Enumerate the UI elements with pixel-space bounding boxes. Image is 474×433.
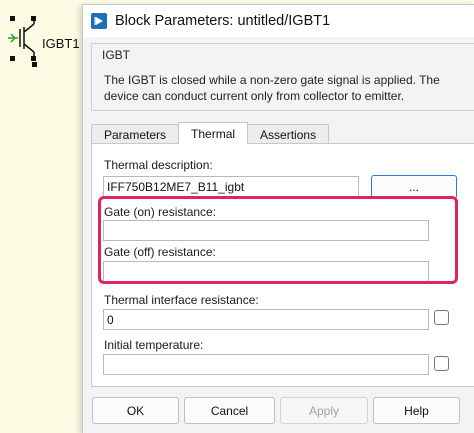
igbt-symbol-icon <box>8 16 37 67</box>
apply-button[interactable]: Apply <box>280 397 368 424</box>
dialog-title: Block Parameters: untitled/IGBT1 <box>115 13 331 29</box>
gate-off-resistance-input[interactable] <box>103 261 429 282</box>
cancel-button[interactable]: Cancel <box>184 397 275 424</box>
gate-on-resistance-label: Gate (on) resistance: <box>104 205 217 219</box>
simulink-block-icon <box>91 13 107 29</box>
igbt-block[interactable]: IGBT1 <box>6 14 80 70</box>
block-label: IGBT1 <box>42 36 80 51</box>
description-group: IGBT The IGBT is closed while a non-zero… <box>91 43 474 111</box>
help-button[interactable]: Help <box>373 397 460 424</box>
thermal-description-label: Thermal description: <box>104 158 213 172</box>
tab-parameters[interactable]: Parameters <box>91 124 180 144</box>
thermal-interface-checkbox[interactable] <box>434 310 449 325</box>
gate-off-resistance-label: Gate (off) resistance: <box>104 245 216 259</box>
browse-button[interactable]: ... <box>371 175 457 199</box>
title-bar[interactable]: Block Parameters: untitled/IGBT1 <box>83 5 474 37</box>
tab-thermal[interactable]: Thermal <box>178 122 249 144</box>
group-title: IGBT <box>102 48 131 62</box>
ok-button[interactable]: OK <box>92 397 179 424</box>
thermal-description-input[interactable] <box>103 176 359 198</box>
initial-temperature-label: Initial temperature: <box>104 338 204 352</box>
thermal-interface-resistance-input[interactable] <box>103 309 429 330</box>
gate-on-resistance-input[interactable] <box>103 220 429 241</box>
thermal-panel: Thermal description: ... Gate (on) resis… <box>91 143 474 387</box>
block-parameters-dialog: Block Parameters: untitled/IGBT1 IGBT Th… <box>82 4 474 433</box>
initial-temperature-checkbox[interactable] <box>434 356 449 371</box>
thermal-interface-resistance-label: Thermal interface resistance: <box>104 293 259 307</box>
tab-assertions[interactable]: Assertions <box>247 124 330 144</box>
block-description: The IGBT is closed while a non-zero gate… <box>104 73 440 103</box>
tab-bar: Parameters Thermal Assertions <box>91 122 330 144</box>
initial-temperature-input[interactable] <box>103 354 429 375</box>
